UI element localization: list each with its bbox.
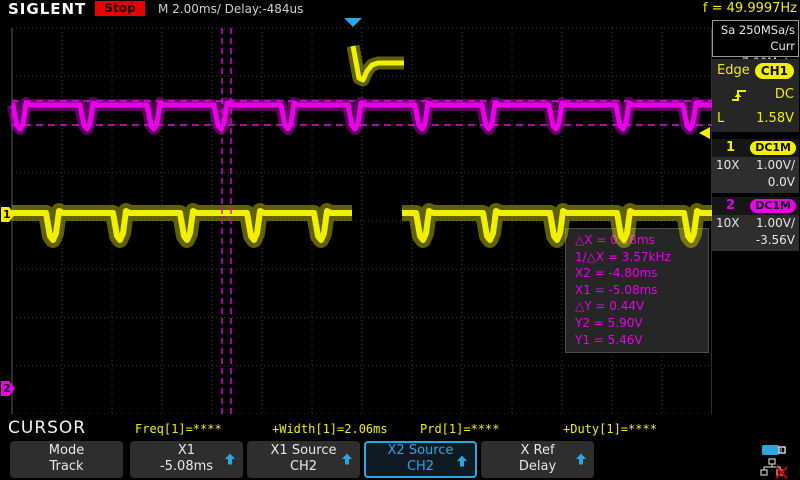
channel2-probe: 10X [716,216,740,230]
run-state-badge[interactable]: Stop [95,1,145,16]
usb-and-lan-icons [756,442,796,479]
siglent-logo: SIGLENT [8,0,86,18]
trigger-position-marker-icon[interactable] [344,18,362,27]
up-arrow-icon [575,453,587,465]
channel1-probe: 10X [716,158,740,172]
ch2-ground-marker[interactable]: 2 [1,381,15,396]
cursor-menu-title: CURSOR [8,418,86,438]
menu-button-mode-value: Track [10,459,123,475]
cursor-x1: X1 = -5.08ms [575,282,704,299]
measure-period: Prd[1]=**** [420,422,499,436]
cursor-readout-panel: △X = 0.28ms 1/△X = 3.57kHz X2 = -4.80ms … [565,228,709,353]
ch1-trace [12,211,352,240]
trigger-mode-label: Edge [717,63,750,78]
cursor-delta-y: △Y = 0.44V [575,298,704,315]
ch2-trace [12,103,712,129]
measure-duty: +Duty[1]=**** [563,422,657,436]
up-arrow-icon [224,453,236,465]
ch1-glitch-trace-fuzz [353,46,404,80]
usb-device-icon [762,445,785,455]
channel1-offset: 0.0V [712,174,799,191]
right-status-panel: Sa 250MSa/s Curr 7.00Mpts Edge CH1 DC L … [712,17,800,440]
ch2-ground-marker-label: 2 [3,382,11,395]
acquisition-info-box: Sa 250MSa/s Curr 7.00Mpts [712,20,799,57]
lan-disconnected-icon [761,459,787,478]
sample-rate: Sa 250MSa/s [716,22,795,38]
ch1-glitch-trace [353,46,404,80]
channel2-coupling-badge: DC1M [750,199,796,213]
cursor-x2: X2 = -4.80ms [575,265,704,282]
up-arrow-icon [341,453,353,465]
top-status-bar: SIGLENT Stop M 2.00ms/ Delay:-484us f = … [0,0,800,17]
trigger-source-badge: CH1 [755,63,794,79]
channel2-offset: -3.56V [712,232,799,249]
channel1-coupling-badge: DC1M [750,141,796,155]
oscilloscope-screen: △X = 0.28ms 1/△X = 3.57kHz X2 = -4.80ms … [0,0,800,480]
trigger-level-label: L [717,111,724,126]
cursor-delta-x: △X = 0.28ms [575,232,704,249]
trigger-level-value: 1.58V [756,107,794,131]
cursor-inv-delta-x: 1/△X = 3.57kHz [575,249,704,266]
channel2-scale: 1.00V/ [756,215,795,232]
menu-button-x-ref[interactable]: X Ref Delay [481,441,594,478]
timebase-readout[interactable]: M 2.00ms/ Delay:-484us [158,2,303,16]
cursor-y1: Y1 = 5.46V [575,332,704,349]
menu-button-mode[interactable]: Mode Track [10,441,123,478]
frequency-counter: f = 49.9997Hz [703,1,797,16]
menu-button-x1[interactable]: X1 -5.08ms [130,441,243,478]
channel1-scale: 1.00V/ [756,157,795,174]
softkey-menu-bar: Mode Track X1 -5.08ms X1 Source CH2 X2 S… [0,440,800,480]
measure-width: +Width[1]=2.06ms [272,422,388,436]
menu-button-mode-label: Mode [10,443,123,459]
ch1-ground-marker[interactable]: 1 [1,207,15,222]
trigger-coupling: DC [775,83,794,107]
up-arrow-icon [456,455,468,467]
measure-freq: Freq[1]=**** [135,422,222,436]
ch1-trace-fuzz [12,211,352,240]
menu-button-x2-source[interactable]: X2 Source CH2 [364,441,477,478]
channel1-info-box[interactable]: 1 DC1M 10X 1.00V/ 0.0V [712,139,799,193]
rising-edge-icon [730,87,748,103]
channel2-number: 2 [726,197,735,215]
menu-button-x1-source[interactable]: X1 Source CH2 [247,441,360,478]
measurement-bar: CURSOR Freq[1]=**** +Width[1]=2.06ms Prd… [0,414,712,440]
channel1-number: 1 [726,139,735,157]
cursor-y2: Y2 = 5.90V [575,315,704,332]
channel2-info-box[interactable]: 2 DC1M 10X 1.00V/ -3.56V [712,197,799,251]
ch2-trace-fuzz [12,103,712,129]
trigger-level-marker-icon[interactable] [699,127,710,139]
waveform-traces [12,46,712,240]
status-icons [756,442,796,479]
trigger-info-box[interactable]: Edge CH1 DC L 1.58V [712,59,799,132]
grid-lines [12,28,712,414]
cursor-lines[interactable] [12,28,712,414]
ch1-ground-marker-label: 1 [3,208,11,221]
